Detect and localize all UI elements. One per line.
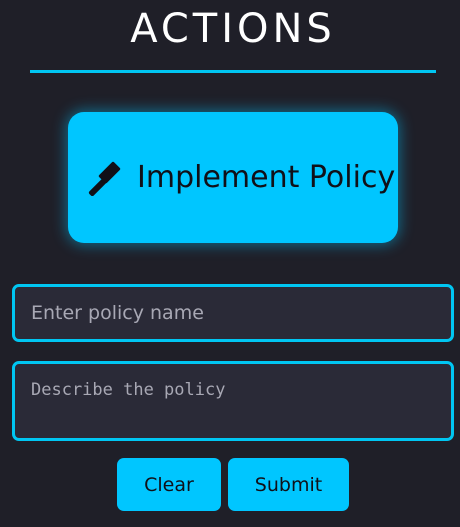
- clear-button[interactable]: Clear: [117, 458, 221, 511]
- implement-policy-button[interactable]: Implement Policy: [68, 112, 398, 243]
- page-title: ACTIONS: [130, 6, 336, 52]
- policy-name-input[interactable]: [12, 284, 454, 342]
- policy-description-textarea[interactable]: [12, 361, 454, 441]
- gavel-icon: [88, 160, 126, 197]
- submit-button[interactable]: Submit: [228, 458, 349, 511]
- title-divider: [30, 70, 436, 73]
- implement-policy-label: Implement Policy: [137, 160, 396, 195]
